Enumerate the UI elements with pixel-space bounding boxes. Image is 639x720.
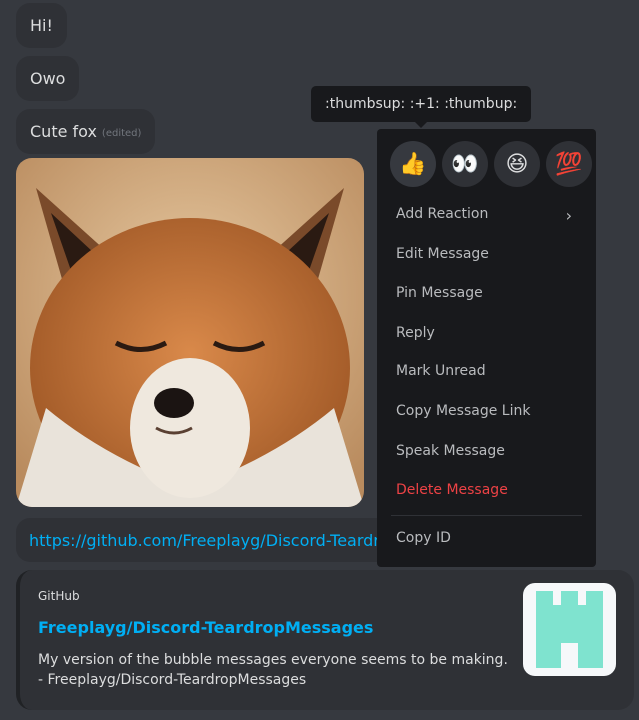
quick-reactions: 👍 👀 😆 💯 xyxy=(390,141,592,187)
github-repo-thumbnail[interactable] xyxy=(523,583,616,676)
menu-item-copy-message-link[interactable]: Copy Message Link xyxy=(396,403,530,419)
message-bubble-cute-fox[interactable]: Cute fox (edited) xyxy=(16,109,156,154)
eyes-icon: 👀 xyxy=(451,151,479,177)
menu-item-pin-message[interactable]: Pin Message xyxy=(396,285,483,301)
emoji-tooltip: :thumbsup: :+1: :thumbup: xyxy=(311,86,532,128)
menu-item-delete-message[interactable]: Delete Message xyxy=(396,482,508,498)
edited-tag: (edited) xyxy=(101,127,142,139)
menu-item-mark-unread[interactable]: Mark Unread xyxy=(396,363,486,379)
laughing-icon: 😆 xyxy=(505,151,529,177)
message-text: Owo xyxy=(30,69,66,88)
menu-separator xyxy=(391,515,582,516)
hundred-points-icon: 💯 xyxy=(555,151,583,177)
menu-item-add-reaction[interactable]: Add Reaction xyxy=(396,206,488,222)
repo-logo-icon xyxy=(536,591,603,668)
embed-title-link[interactable]: Freeplayg/Discord-TeardropMessages xyxy=(38,618,373,637)
thumbs-up-icon: 👍 xyxy=(399,151,427,177)
fox-image xyxy=(16,158,364,507)
github-embed: GitHub Freeplayg/Discord-TeardropMessage… xyxy=(16,570,634,710)
message-context-menu: 👍 👀 😆 💯 Add Reaction › Edit Message Pin … xyxy=(377,129,596,567)
github-link[interactable]: https://github.com/Freeplayg/Discord-Tea… xyxy=(29,531,386,550)
message-bubble-hi[interactable]: Hi! xyxy=(16,3,67,48)
embed-description: My version of the bubble messages everyo… xyxy=(38,652,508,688)
message-bubble-owo[interactable]: Owo xyxy=(16,56,80,101)
menu-item-copy-id[interactable]: Copy ID xyxy=(396,530,451,546)
message-text: Cute fox xyxy=(30,122,97,141)
chevron-right-icon: › xyxy=(565,206,572,225)
reaction-eyes-button[interactable]: 👀 xyxy=(442,141,488,187)
message-text: Hi! xyxy=(30,16,53,35)
reaction-thumbs-up-button[interactable]: 👍 xyxy=(390,141,436,187)
menu-item-speak-message[interactable]: Speak Message xyxy=(396,443,505,459)
fox-image-attachment[interactable] xyxy=(16,158,364,507)
menu-item-edit-message[interactable]: Edit Message xyxy=(396,246,489,262)
embed-provider: GitHub xyxy=(38,589,80,603)
link-message-bubble[interactable]: https://github.com/Freeplayg/Discord-Tea… xyxy=(16,518,386,562)
tooltip-text: :thumbsup: :+1: :thumbup: xyxy=(325,96,518,112)
reaction-hundred-button[interactable]: 💯 xyxy=(546,141,592,187)
reaction-laughing-button[interactable]: 😆 xyxy=(494,141,540,187)
menu-item-reply[interactable]: Reply xyxy=(396,325,435,341)
